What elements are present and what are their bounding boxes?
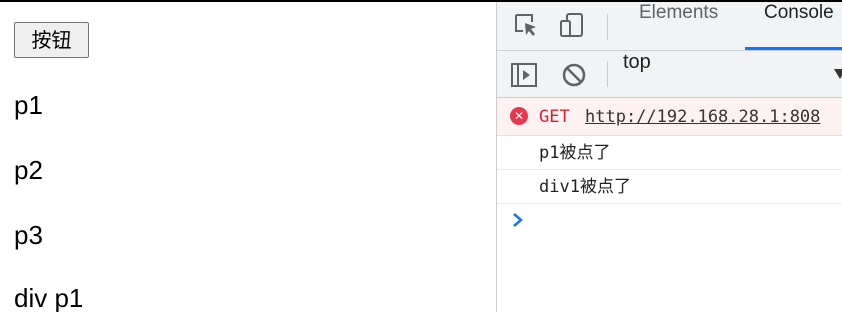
sidebar-toggle-icon[interactable]: [511, 62, 537, 88]
devtools-tabbar: Elements Console: [497, 2, 842, 51]
devtools-panel: Elements Console top ✕ GET http://192.16…: [497, 2, 842, 312]
error-url-link[interactable]: http://192.168.28.1:808: [585, 98, 820, 136]
console-error-message: ✕ GET http://192.168.28.1:808: [497, 98, 842, 136]
tab-console[interactable]: Console: [764, 2, 834, 50]
active-tab-indicator: [745, 47, 842, 50]
paragraph-div-p1[interactable]: div p1: [14, 283, 83, 312]
console-log-message: div1被点了: [497, 170, 842, 204]
dropdown-arrow-icon[interactable]: [834, 69, 842, 79]
tab-elements[interactable]: Elements: [639, 2, 718, 50]
page-content: 按钮 p1 p2 p3 div p1: [0, 2, 496, 312]
log-text: p1被点了: [539, 143, 611, 163]
toolbar-separator: [607, 61, 608, 87]
error-method: GET: [539, 107, 570, 127]
error-icon: ✕: [510, 107, 528, 125]
paragraph-p2[interactable]: p2: [14, 155, 43, 186]
paragraph-p1[interactable]: p1: [14, 90, 43, 121]
log-text: div1被点了: [539, 177, 631, 197]
context-selector[interactable]: top: [623, 51, 651, 74]
tab-separator: [607, 14, 608, 40]
device-toolbar-icon[interactable]: [559, 12, 585, 38]
console-toolbar: top: [497, 51, 842, 98]
console-prompt-icon[interactable]: [509, 208, 529, 232]
inspect-element-icon[interactable]: [513, 12, 539, 38]
clear-console-icon[interactable]: [561, 62, 587, 88]
page-button[interactable]: 按钮: [14, 22, 89, 58]
console-log-message: p1被点了: [497, 136, 842, 170]
paragraph-p3[interactable]: p3: [14, 220, 43, 251]
